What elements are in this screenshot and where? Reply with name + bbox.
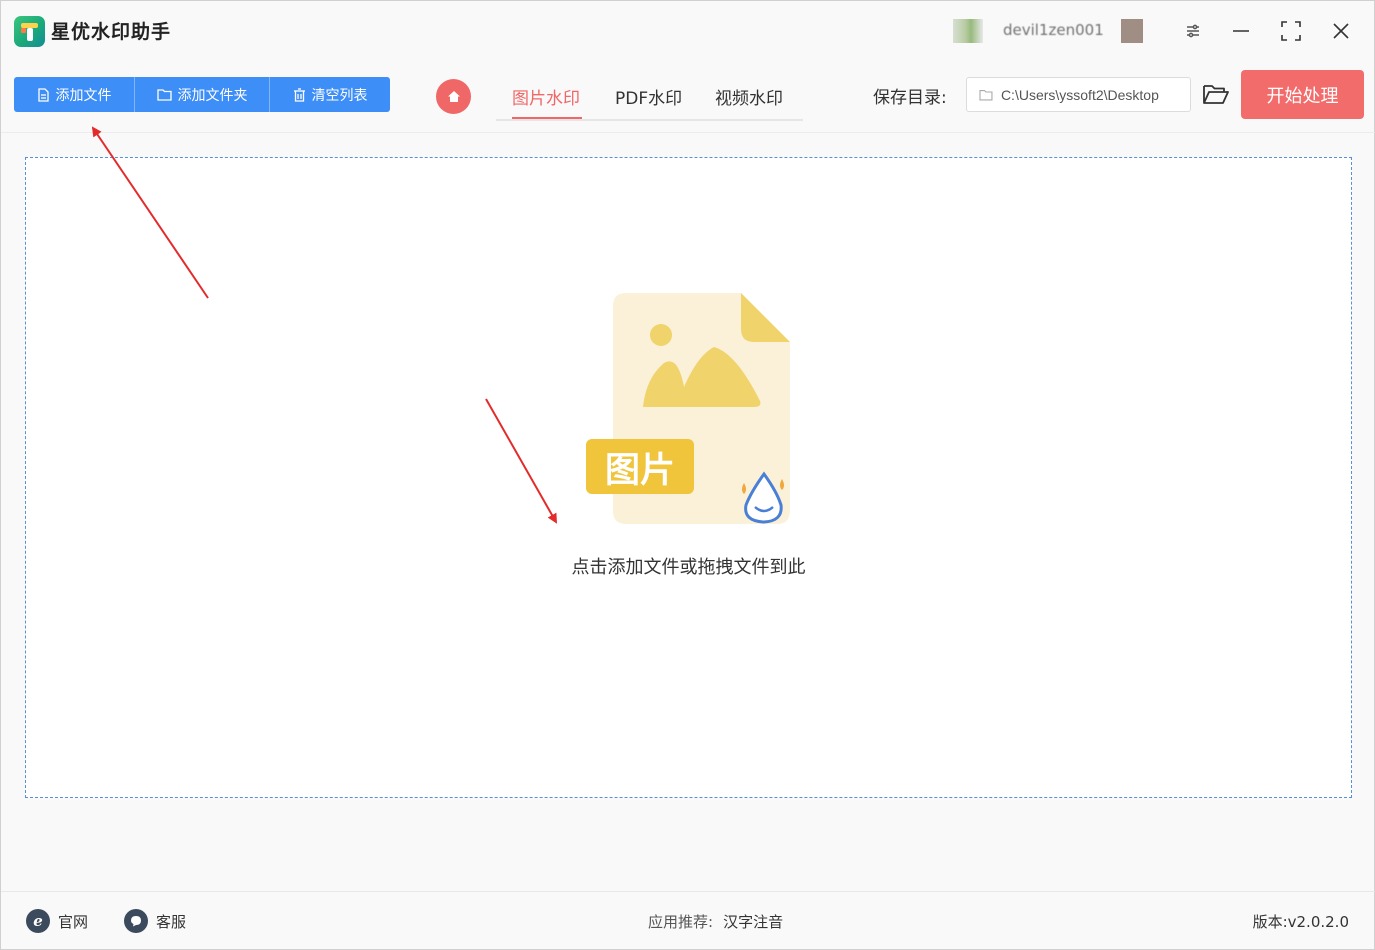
user-account[interactable]: devil1zen001: [953, 19, 1158, 43]
close-icon[interactable]: [1327, 17, 1355, 45]
footer-divider: [1, 891, 1375, 892]
add-file-button[interactable]: 添加文件: [14, 77, 135, 112]
tab-pdf-watermark[interactable]: PDF水印: [615, 84, 682, 109]
minimize-icon[interactable]: [1227, 17, 1255, 45]
website-label: 官网: [58, 912, 89, 931]
file-button-group: 添加文件 添加文件夹 清空列表: [14, 77, 390, 112]
active-tab-indicator: [512, 117, 582, 119]
home-icon: [447, 91, 460, 102]
tab-image-watermark[interactable]: 图片水印: [512, 84, 580, 109]
folder-icon: [979, 89, 993, 101]
user-badge: [1121, 19, 1143, 43]
website-link[interactable]: e 官网: [26, 908, 88, 934]
ie-icon: e: [26, 909, 50, 933]
maximize-icon[interactable]: [1277, 17, 1305, 45]
tab-video-watermark[interactable]: 视频水印: [715, 84, 783, 109]
image-file-illustration[interactable]: 图片: [586, 293, 796, 528]
support-label: 客服: [156, 912, 187, 931]
tab-bar: 图片水印 PDF水印 视频水印: [496, 81, 803, 121]
folder-icon: [156, 89, 172, 101]
chat-icon: [124, 909, 148, 933]
app-title: 星优水印助手: [51, 21, 172, 43]
home-button[interactable]: [436, 79, 471, 114]
recommend-label: 应用推荐:: [648, 913, 714, 931]
version-text: 版本:v2.0.2.0: [1252, 913, 1349, 931]
app-recommendation: 应用推荐: 汉字注音: [648, 911, 783, 932]
user-name: devil1zen001: [1003, 21, 1104, 39]
folder-open-icon[interactable]: [1202, 81, 1230, 109]
toolbar-divider: [1, 132, 1375, 133]
drop-hint-text[interactable]: 点击添加文件或拖拽文件到此: [1, 553, 1375, 579]
image-badge-text: 图片: [605, 451, 675, 491]
avatar: [953, 19, 983, 43]
clear-list-label: 清空列表: [311, 87, 368, 104]
save-dir-field[interactable]: [966, 77, 1191, 112]
recommend-app-link[interactable]: 汉字注音: [723, 913, 783, 931]
app-window: 星优水印助手 devil1zen001 添加文件 添加文件夹 清空列表 图片水印…: [0, 0, 1375, 950]
add-folder-label: 添加文件夹: [177, 87, 248, 104]
save-dir-input[interactable]: [1000, 86, 1190, 103]
title-bar: 星优水印助手 devil1zen001: [1, 1, 1375, 61]
trash-icon: [293, 87, 305, 102]
clear-list-button[interactable]: 清空列表: [270, 77, 390, 112]
add-folder-button[interactable]: 添加文件夹: [135, 77, 270, 112]
file-icon: [37, 87, 49, 102]
support-link[interactable]: 客服: [124, 908, 186, 934]
app-logo-icon: [14, 16, 45, 47]
svg-text:e: e: [33, 913, 43, 929]
add-file-label: 添加文件: [55, 87, 112, 104]
start-processing-button[interactable]: 开始处理: [1241, 70, 1364, 119]
settings-icon[interactable]: [1179, 17, 1207, 45]
save-dir-label: 保存目录:: [873, 88, 947, 108]
